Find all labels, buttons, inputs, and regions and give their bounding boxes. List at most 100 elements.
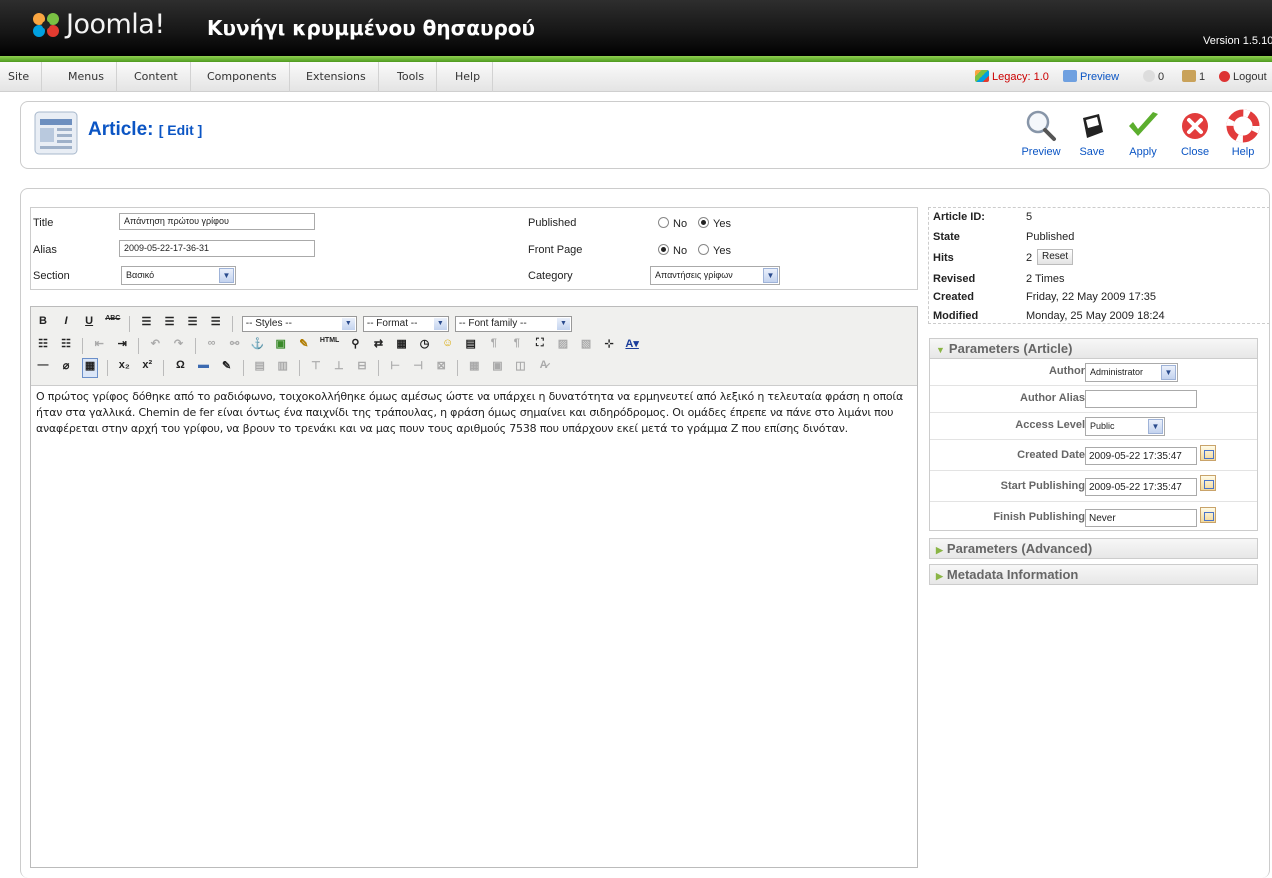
- users-online[interactable]: 1: [1182, 62, 1205, 92]
- subscript-icon[interactable]: x₂: [117, 359, 131, 377]
- toolbar-divider: [82, 338, 84, 354]
- finish-publishing-input[interactable]: Never: [1085, 509, 1197, 527]
- parameters-advanced-header[interactable]: ▶ Parameters (Advanced): [929, 538, 1258, 559]
- unlink-icon[interactable]: ⚯: [228, 337, 242, 355]
- insert-time-icon[interactable]: ◷: [418, 337, 432, 355]
- category-label: Category: [528, 270, 573, 282]
- calendar-icon[interactable]: [1200, 475, 1216, 491]
- format-select[interactable]: -- Format -- ▼: [362, 316, 449, 332]
- menu-tools[interactable]: Tools: [385, 62, 438, 92]
- font-family-select[interactable]: -- Font family -- ▼: [454, 316, 572, 332]
- metadata-information-header[interactable]: ▶ Metadata Information: [929, 564, 1258, 585]
- apply-button[interactable]: Apply: [1118, 108, 1168, 158]
- replace-icon[interactable]: ⇄: [371, 337, 385, 355]
- preview-button[interactable]: Preview: [1016, 108, 1066, 158]
- calendar-icon[interactable]: [1200, 445, 1216, 461]
- bold-button[interactable]: B: [36, 315, 50, 333]
- frontpage-yes-radio[interactable]: Yes: [698, 244, 731, 257]
- cleanup-icon[interactable]: ✎: [297, 337, 311, 355]
- title-input[interactable]: Απάντηση πρώτου γρίφου: [119, 213, 315, 230]
- image-icon[interactable]: ▣: [274, 337, 288, 355]
- insert-date-icon[interactable]: ▦: [395, 337, 409, 355]
- strikethrough-button[interactable]: ABC: [105, 315, 120, 333]
- visual-aid-icon[interactable]: ▦: [82, 358, 99, 378]
- bullet-list-icon[interactable]: ☷: [36, 337, 50, 355]
- align-justify-icon[interactable]: ☰: [209, 315, 223, 333]
- indent-icon[interactable]: ⇥: [115, 337, 129, 355]
- preview-link[interactable]: Preview: [1063, 62, 1119, 92]
- edit-icon[interactable]: ✎: [220, 359, 234, 377]
- delete-row-icon[interactable]: ⊟: [355, 359, 369, 377]
- menu-bar: Site Menus Content Components Extensions…: [0, 62, 1272, 92]
- toolbar-divider: [378, 360, 380, 376]
- align-right-icon[interactable]: ☰: [186, 315, 200, 333]
- menu-content[interactable]: Content: [122, 62, 191, 92]
- horizontal-rule-icon[interactable]: —: [36, 359, 50, 377]
- superscript-icon[interactable]: x²: [140, 359, 154, 377]
- created-date-input[interactable]: 2009-05-22 17:35:47: [1085, 447, 1197, 465]
- menu-extensions[interactable]: Extensions: [294, 62, 379, 92]
- magnifier-icon: [1026, 110, 1056, 141]
- rtl-icon[interactable]: ¶: [510, 337, 524, 355]
- ltr-icon[interactable]: ¶: [487, 337, 501, 355]
- emoticon-icon[interactable]: ☺: [441, 337, 455, 355]
- split-cells-icon[interactable]: ▦: [467, 359, 481, 377]
- align-left-icon[interactable]: ☰: [139, 315, 153, 333]
- text-color-icon[interactable]: A▾: [625, 337, 639, 355]
- absolute-position-icon[interactable]: ⊹: [602, 337, 616, 355]
- cell-props-icon[interactable]: ◫: [514, 359, 528, 377]
- alias-input[interactable]: 2009-05-22-17-36-31: [119, 240, 315, 257]
- find-icon[interactable]: ⚲: [348, 337, 362, 355]
- media-icon[interactable]: ▤: [464, 337, 478, 355]
- link-icon[interactable]: ∞: [205, 337, 219, 355]
- close-button[interactable]: Close: [1170, 108, 1220, 158]
- underline-button[interactable]: U: [82, 315, 96, 333]
- menu-help[interactable]: Help: [443, 62, 494, 92]
- delete-col-icon[interactable]: ⊠: [434, 359, 448, 377]
- row-after-icon[interactable]: ⊥: [332, 359, 346, 377]
- section-label: Section: [33, 270, 70, 282]
- undo-icon[interactable]: ↶: [148, 337, 162, 355]
- numbered-list-icon[interactable]: ☷: [59, 337, 73, 355]
- styles-select[interactable]: -- Styles -- ▼: [241, 316, 357, 332]
- menu-components[interactable]: Components: [195, 62, 290, 92]
- parameters-article-header[interactable]: ▼ Parameters (Article): [929, 338, 1258, 359]
- menu-menus[interactable]: Menus: [56, 62, 117, 92]
- advanced-hr-icon[interactable]: ▬: [197, 359, 211, 377]
- redo-icon[interactable]: ↷: [171, 337, 185, 355]
- outdent-icon[interactable]: ⇤: [92, 337, 106, 355]
- italic-button[interactable]: I: [59, 315, 73, 333]
- frontpage-no-radio[interactable]: No: [658, 244, 687, 257]
- published-yes-radio[interactable]: Yes: [698, 217, 731, 230]
- logout-link[interactable]: Logout: [1219, 62, 1267, 92]
- author-alias-input[interactable]: [1085, 390, 1197, 408]
- html-icon[interactable]: HTML: [320, 337, 339, 355]
- col-after-icon[interactable]: ⊣: [411, 359, 425, 377]
- anchor-icon[interactable]: ⚓: [251, 337, 265, 355]
- editor-content[interactable]: Ο πρώτος γρίφος δόθηκε από το ραδιόφωνο,…: [36, 389, 912, 437]
- help-button[interactable]: Help: [1218, 108, 1268, 158]
- reset-hits-button[interactable]: Reset: [1037, 249, 1074, 265]
- layer-back-icon[interactable]: ▧: [579, 337, 593, 355]
- align-center-icon[interactable]: ☰: [163, 315, 177, 333]
- menu-site[interactable]: Site: [0, 62, 43, 92]
- author-select[interactable]: Administrator ▼: [1085, 363, 1178, 382]
- remove-format-icon[interactable]: ⌀: [59, 359, 73, 377]
- messages-count[interactable]: 0: [1143, 62, 1164, 92]
- table-icon[interactable]: ▤: [253, 359, 267, 377]
- col-before-icon[interactable]: ⊢: [388, 359, 402, 377]
- save-button[interactable]: Save: [1067, 108, 1117, 158]
- table-props-icon[interactable]: ▥: [276, 359, 290, 377]
- layer-icon[interactable]: ▨: [556, 337, 570, 355]
- style-props-icon[interactable]: A̷: [537, 359, 551, 377]
- fullscreen-icon[interactable]: ⛶: [533, 337, 547, 355]
- section-select[interactable]: Βασικό ▼: [121, 266, 236, 285]
- merge-cells-icon[interactable]: ▣: [490, 359, 504, 377]
- calendar-icon[interactable]: [1200, 507, 1216, 523]
- special-char-icon[interactable]: Ω: [173, 359, 187, 377]
- start-publishing-input[interactable]: 2009-05-22 17:35:47: [1085, 478, 1197, 496]
- row-before-icon[interactable]: ⊤: [309, 359, 323, 377]
- category-select[interactable]: Απαντήσεις γρίφων ▼: [650, 266, 780, 285]
- access-level-select[interactable]: Public ▼: [1085, 417, 1165, 436]
- published-no-radio[interactable]: No: [658, 217, 687, 230]
